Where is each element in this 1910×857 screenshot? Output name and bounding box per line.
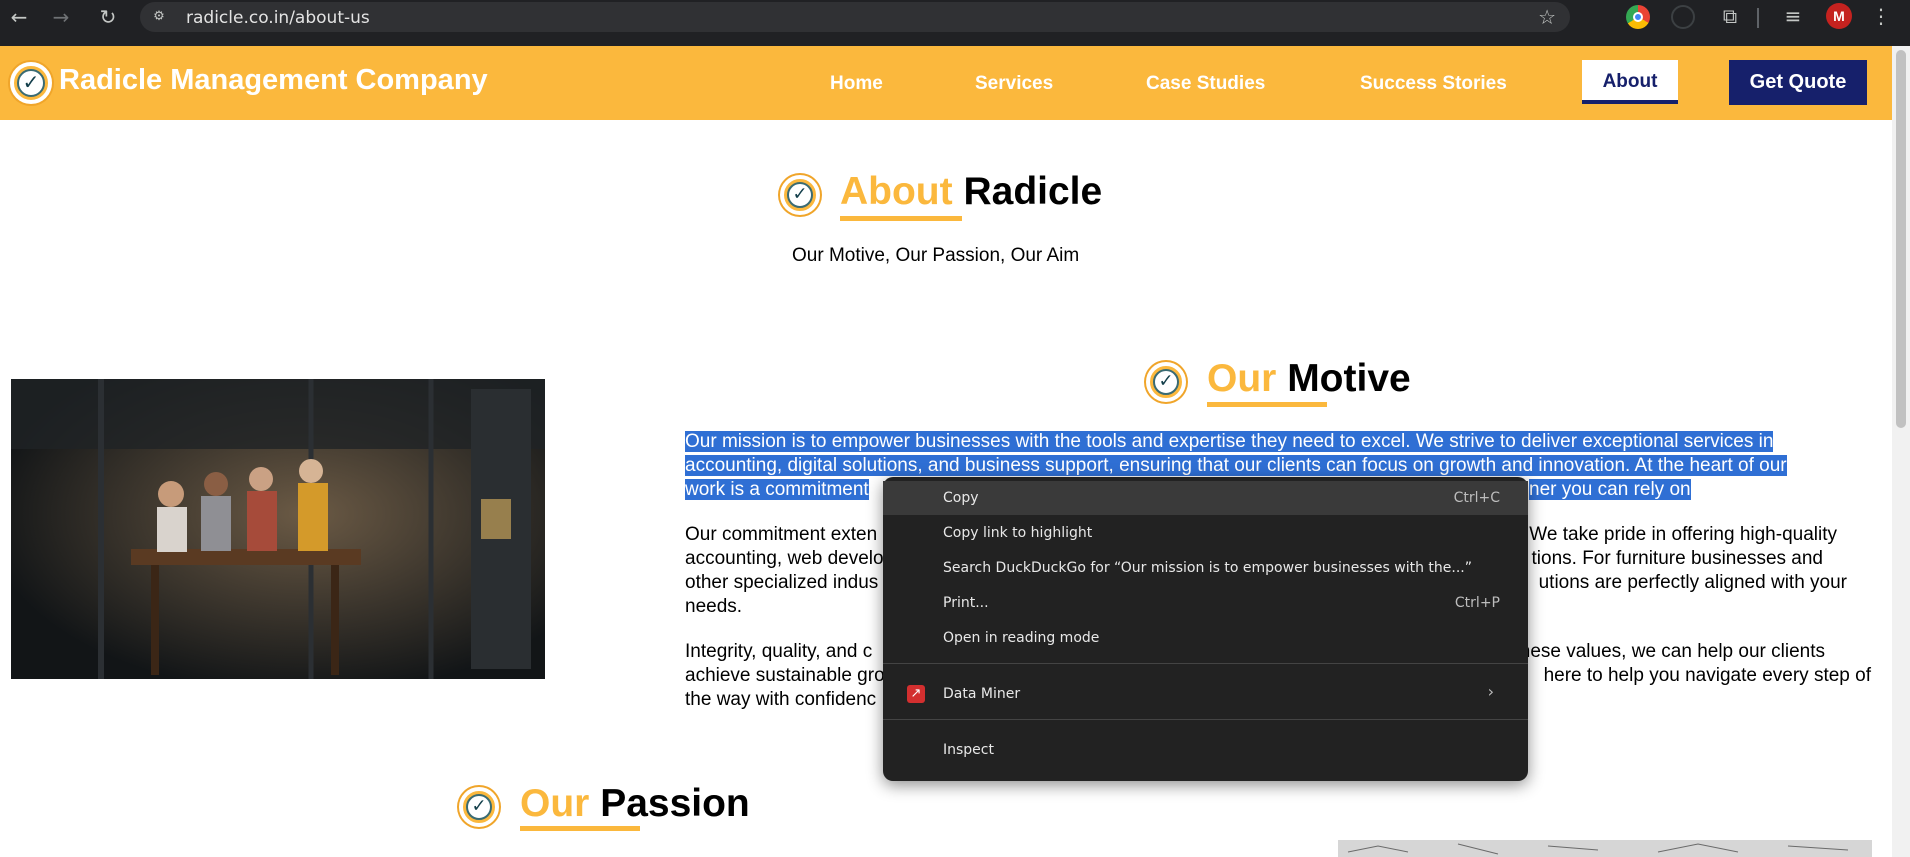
extension-icon-loading[interactable] bbox=[1671, 5, 1695, 29]
brand-name[interactable]: Radicle Management Company bbox=[59, 64, 488, 97]
chevron-right-icon: › bbox=[1487, 682, 1494, 701]
about-heading-plain: Radicle bbox=[963, 170, 1103, 213]
para2-line2-end: tions. For furniture businesses and bbox=[1531, 548, 1824, 569]
menu-divider bbox=[883, 719, 1528, 720]
menu-item-inspect-label: Inspect bbox=[943, 742, 994, 758]
bookmark-star-icon[interactable]: ☆ bbox=[1538, 5, 1556, 29]
address-bar[interactable]: ⚙ radicle.co.in/about-us ☆ bbox=[140, 2, 1570, 32]
para2-line4: needs. bbox=[685, 596, 743, 617]
media-queue-icon[interactable]: ≡ bbox=[1780, 3, 1806, 29]
para3-line1-start: Integrity, quality, and c bbox=[685, 641, 873, 662]
passion-heading: Our Passion bbox=[520, 782, 750, 826]
para3-line2-end: here to help you navigate every step of bbox=[1543, 665, 1871, 686]
menu-item-copy-link[interactable]: Copy link to highlight bbox=[883, 516, 1528, 550]
data-miner-icon: ↗ bbox=[907, 685, 925, 703]
menu-item-copy-link-label: Copy link to highlight bbox=[943, 525, 1093, 541]
motive-heading-logo-icon: ✓ bbox=[1146, 362, 1186, 402]
para2-line2-start: accounting, web develo bbox=[685, 548, 884, 569]
get-quote-button[interactable]: Get Quote bbox=[1729, 60, 1867, 105]
selected-text-line-3a: work is a commitment bbox=[685, 479, 869, 500]
motive-paragraph-3-left: Integrity, quality, and c achieve sustai… bbox=[685, 640, 915, 712]
para3-line2-start: achieve sustainable gro bbox=[685, 665, 885, 686]
context-menu: Copy Ctrl+C Copy link to highlight Searc… bbox=[883, 477, 1528, 781]
menu-divider bbox=[883, 663, 1528, 664]
back-icon[interactable]: ← bbox=[6, 4, 32, 30]
nav-home[interactable]: Home bbox=[830, 73, 883, 95]
menu-item-data-miner-label: Data Miner bbox=[943, 686, 1021, 702]
passion-heading-logo-icon: ✓ bbox=[459, 787, 499, 827]
selected-text-line-1: Our mission is to empower businesses wit… bbox=[685, 431, 1774, 452]
menu-dots-icon[interactable]: ⋮ bbox=[1868, 3, 1894, 29]
para2-line3-end: utions are perfectly aligned with your bbox=[1538, 572, 1847, 593]
menu-item-search[interactable]: Search DuckDuckGo for “Our mission is to… bbox=[883, 551, 1528, 585]
nav-about[interactable]: About bbox=[1582, 60, 1678, 104]
reload-icon[interactable]: ↻ bbox=[95, 4, 121, 30]
about-heading-accent: About bbox=[840, 170, 953, 213]
passion-sketch-photo bbox=[1338, 840, 1872, 857]
menu-item-copy-shortcut: Ctrl+C bbox=[1453, 490, 1500, 506]
menu-item-data-miner[interactable]: ↗ Data Miner › bbox=[883, 677, 1528, 711]
nav-case-studies[interactable]: Case Studies bbox=[1146, 73, 1265, 95]
team-meeting-photo bbox=[11, 379, 545, 679]
motive-heading-underline bbox=[1207, 402, 1327, 407]
brand-logo-icon[interactable]: ✓ bbox=[10, 62, 52, 104]
nav-services[interactable]: Services bbox=[975, 73, 1053, 95]
extensions-puzzle-icon[interactable]: ⧉ bbox=[1717, 3, 1743, 29]
para3-line3: the way with confidenc bbox=[685, 689, 877, 710]
passion-heading-plain: Passion bbox=[600, 782, 750, 825]
nav-success-stories[interactable]: Success Stories bbox=[1360, 73, 1507, 95]
menu-item-search-label: Search DuckDuckGo for “Our mission is to… bbox=[943, 560, 1472, 576]
forward-icon[interactable]: → bbox=[48, 4, 74, 30]
motive-heading-accent: Our bbox=[1207, 357, 1277, 400]
selected-text-line-3b: ner you can rely on bbox=[1529, 479, 1691, 500]
menu-item-reading-mode[interactable]: Open in reading mode bbox=[883, 621, 1528, 655]
para2-line1-end: We take pride in offering high-quality bbox=[1529, 524, 1837, 545]
menu-item-print[interactable]: Print... Ctrl+P bbox=[883, 586, 1528, 620]
passion-heading-underline bbox=[520, 826, 640, 831]
motive-paragraph-2-left: Our commitment exten accounting, web dev… bbox=[685, 523, 915, 619]
motive-heading: Our Motive bbox=[1207, 357, 1411, 401]
profile-avatar[interactable]: M bbox=[1826, 3, 1852, 29]
para2-line1-start: Our commitment exten bbox=[685, 524, 878, 545]
menu-item-copy-label: Copy bbox=[943, 490, 979, 506]
about-heading-underline bbox=[840, 216, 962, 221]
toolbar-divider bbox=[1757, 8, 1759, 28]
page-scrollbar-thumb[interactable] bbox=[1896, 50, 1906, 428]
menu-item-print-label: Print... bbox=[943, 595, 989, 611]
para2-line3-start: other specialized indus bbox=[685, 572, 879, 593]
menu-item-reading-mode-label: Open in reading mode bbox=[943, 630, 1100, 646]
menu-item-print-shortcut: Ctrl+P bbox=[1454, 595, 1500, 611]
para3-line1-end: n these values, we can help our clients bbox=[1498, 641, 1825, 662]
selected-text-line-2: accounting, digital solutions, and busin… bbox=[685, 455, 1787, 476]
browser-toolbar: ← → ↻ ⚙ radicle.co.in/about-us ☆ ⧉ ≡ M ⋮ bbox=[0, 0, 1910, 46]
menu-item-inspect[interactable]: Inspect bbox=[883, 733, 1528, 767]
motive-paragraph-1-tail: ner you can rely on bbox=[1529, 478, 1691, 502]
motive-heading-plain: Motive bbox=[1287, 357, 1411, 400]
extension-icon-google[interactable] bbox=[1626, 5, 1650, 29]
about-subtitle: Our Motive, Our Passion, Our Aim bbox=[792, 245, 1080, 266]
passion-heading-accent: Our bbox=[520, 782, 590, 825]
about-heading: About Radicle bbox=[840, 170, 1102, 214]
site-settings-icon[interactable]: ⚙ bbox=[150, 8, 168, 26]
about-heading-logo-icon: ✓ bbox=[780, 175, 820, 215]
menu-item-copy[interactable]: Copy Ctrl+C bbox=[883, 481, 1528, 515]
site-header: ✓ Radicle Management Company Home Servic… bbox=[0, 46, 1892, 120]
url-text: radicle.co.in/about-us bbox=[186, 8, 370, 28]
